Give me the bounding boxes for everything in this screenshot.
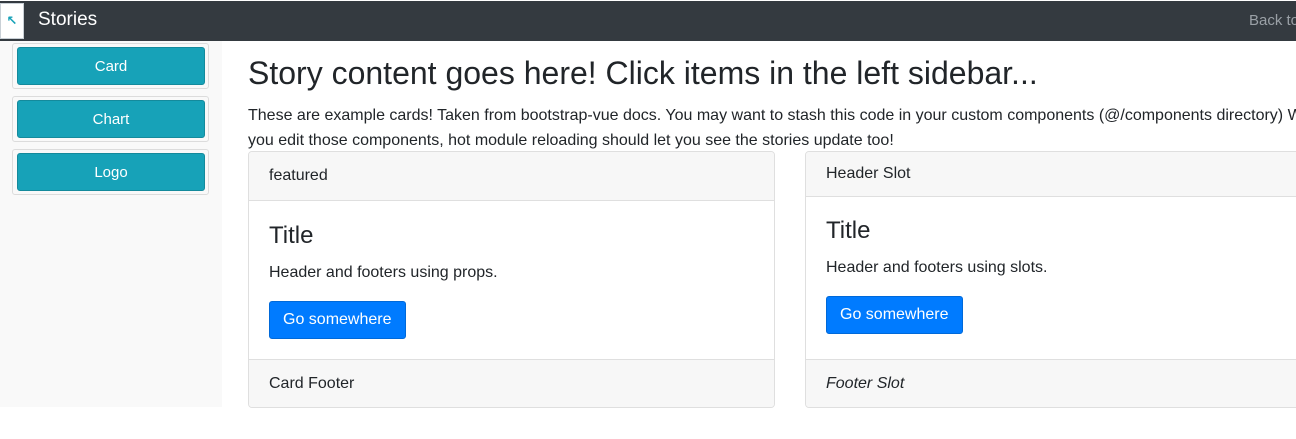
sidebar-card-button[interactable]: Card bbox=[17, 47, 205, 85]
card-title: Title bbox=[269, 222, 314, 249]
description-line-2: you edit those components, hot module re… bbox=[248, 132, 894, 149]
page-title: Story content goes here! Click items in … bbox=[248, 55, 1038, 91]
go-somewhere-button[interactable]: Go somewhere bbox=[826, 296, 963, 334]
card-footer: Card Footer bbox=[249, 359, 774, 407]
sidebar-item-card: Card bbox=[12, 43, 209, 89]
card-slots: Header Slot Title Header and footers usi… bbox=[805, 151, 1296, 408]
card-header: Header Slot bbox=[806, 152, 1296, 197]
page-description: These are example cards! Taken from boot… bbox=[248, 103, 1296, 153]
sidebar-logo-button[interactable]: Logo bbox=[17, 153, 205, 191]
card-text: Header and footers using slots. bbox=[826, 259, 1048, 276]
card-props: featured Title Header and footers using … bbox=[248, 151, 775, 408]
go-somewhere-button[interactable]: Go somewhere bbox=[269, 301, 406, 339]
top-navbar: ↖ Stories Back to bbox=[0, 0, 1296, 41]
arrow-up-left-icon[interactable]: ↖ bbox=[0, 3, 24, 39]
card-text: Header and footers using props. bbox=[269, 264, 498, 281]
app-title: Stories bbox=[38, 9, 98, 30]
card-footer: Footer Slot bbox=[806, 359, 1296, 407]
back-link[interactable]: Back to bbox=[1249, 12, 1296, 29]
card-title: Title bbox=[826, 217, 871, 244]
card-header: featured bbox=[249, 152, 774, 201]
sidebar-chart-button[interactable]: Chart bbox=[17, 100, 205, 138]
sidebar-item-logo: Logo bbox=[12, 149, 209, 195]
sidebar: Card Chart Logo bbox=[0, 41, 222, 407]
sidebar-item-chart: Chart bbox=[12, 96, 209, 142]
description-line-1: These are example cards! Taken from boot… bbox=[248, 107, 1296, 124]
